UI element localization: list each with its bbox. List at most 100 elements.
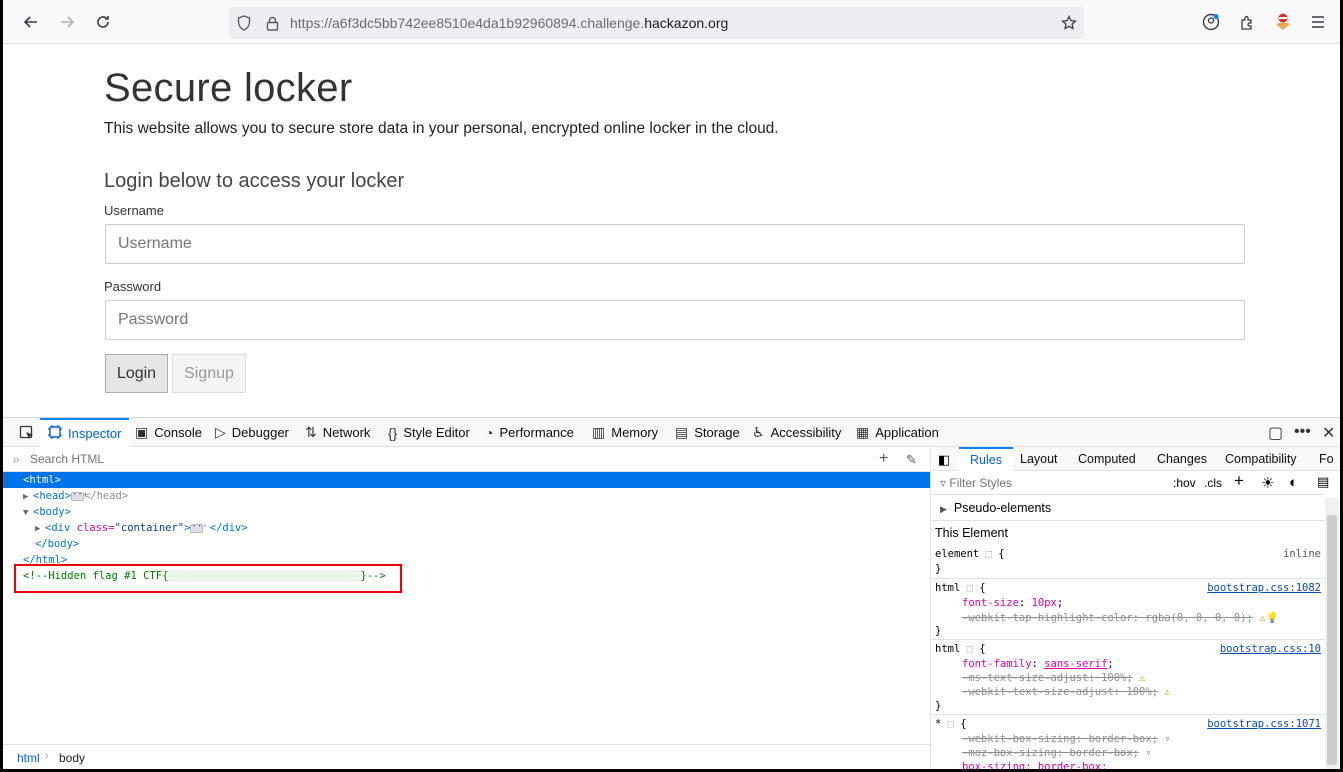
warning-icon: ⚠ [1139,672,1146,684]
tab-layout[interactable]: Layout [1020,447,1058,471]
rule-declaration[interactable]: -webkit-text-size-adjust: 100%; ⚠ [962,686,1171,698]
tree-row-body-close[interactable]: </body> [3,536,930,552]
rule-declaration[interactable]: -webkit-tap-highlight-color: rgba(0, 0, … [962,611,1279,624]
tree-row-html[interactable]: <html> [3,472,930,488]
collapsed-content-icon[interactable]: ··· [190,522,208,533]
breadcrumb-html[interactable]: html [17,751,40,765]
tree-row-body[interactable]: ▼ <body> [3,504,930,520]
memory-icon: ▥ [592,424,606,440]
tab-style-editor[interactable]: {} Style Editor [388,418,470,447]
tab-changes[interactable]: Changes [1157,447,1207,471]
rule-html-2[interactable]: html ⬚ { [935,643,986,655]
extensions-icon[interactable] [1233,8,1261,36]
style-editor-icon: {} [388,424,398,441]
username-label: Username [104,203,164,218]
eyedropper-icon[interactable]: ✎ [906,448,917,471]
rule-universal[interactable]: * ⬚ { [935,718,967,730]
search-html-field[interactable]: ⌕ Search HTML + ✎ [3,448,931,472]
rule-declaration[interactable]: -ms-text-size-adjust: 100%; ⚠ [962,672,1145,684]
tree-row-head[interactable]: ▶ <head>···</head> [3,488,930,504]
debugger-icon: ▷ [215,424,226,440]
url-text[interactable]: https://a6f3dc5bb742ee8510e4da1b92960894… [290,15,728,31]
menu-icon[interactable] [1304,8,1332,36]
filter-styles-input[interactable]: ▿ Filter Styles [940,476,1012,490]
tab-compatibility[interactable]: Compatibility [1225,447,1297,471]
shield-icon[interactable] [234,13,254,33]
add-node-icon[interactable]: + [879,447,888,470]
print-media-icon[interactable]: ▤ [1317,474,1329,490]
breadcrumb: html › body [3,744,931,769]
storage-icon: ▤ [675,424,689,440]
password-input[interactable] [105,300,1245,340]
warning-icon: ⚠ [1164,686,1171,698]
filter-icon: ▿ [1164,733,1171,745]
tab-rules[interactable]: Rules [959,447,1013,471]
inspector-markup-panel: ⌕ Search HTML + ✎ <html> ▶ <head>···</hea… [3,448,931,769]
reload-button[interactable] [89,8,117,36]
console-icon: ▣ [135,424,149,440]
tab-memory[interactable]: ▥ Memory [592,418,658,447]
hov-toggle[interactable]: :hov [1173,476,1196,490]
page-content: Secure locker This website allows you to… [3,44,1340,417]
rule-declaration[interactable]: font-family: sans-serif; [962,658,1114,670]
lightbulb-icon: 💡 [1265,612,1279,624]
forward-arrow-icon [61,16,75,28]
inline-label: inline [1283,548,1321,560]
chevron-right-icon: › [45,750,49,762]
rule-element[interactable]: element ⬚ { [935,548,1005,560]
close-devtools-icon[interactable]: ✕ [1322,423,1335,443]
expand-arrow-icon: ▶ [940,504,947,514]
browser-toolbar: https://a6f3dc5bb742ee8510e4da1b92960894… [3,0,1340,44]
light-mode-icon[interactable]: ☀ [1261,474,1274,492]
element-picker-icon[interactable] [15,418,39,447]
rule-declaration[interactable]: font-size: 10px; [962,597,1063,609]
tab-performance[interactable]: ◔ Performance [485,418,574,447]
extension-addon-icon[interactable] [1269,8,1297,36]
rule-source-link[interactable]: bootstrap.css:1071 [1207,718,1321,730]
signup-button[interactable]: Signup [172,354,246,393]
rule-declaration[interactable]: box-sizing: border-box; [962,761,1107,769]
tab-inspector[interactable]: Inspector [40,418,130,447]
rules-scrollbar-thumb[interactable] [1327,515,1337,765]
back-button[interactable] [17,8,45,36]
search-icon: ⌕ [13,452,20,466]
rules-tab-bar: ◧ Rules Layout Computed Changes Compatib… [932,447,1340,471]
tab-network[interactable]: ⇅ Network [305,418,370,447]
rule-source-link[interactable]: bootstrap.css:1082 [1207,582,1321,594]
tree-row-div-container[interactable]: ▶ <div class="container">··· </div> [3,520,930,536]
highlight-box [14,564,402,593]
tab-application[interactable]: ▦ Application [856,418,939,447]
url-bar[interactable]: https://a6f3dc5bb742ee8510e4da1b92960894… [229,7,1084,39]
dark-mode-icon[interactable]: ◐ [1289,474,1298,491]
tab-storage[interactable]: ▤ Storage [675,418,740,447]
bookmark-star-icon[interactable] [1059,13,1079,33]
collapsed-content-icon[interactable]: ··· [70,490,88,501]
lock-icon[interactable] [262,13,282,33]
filter-icon: ▿ [940,476,947,490]
login-heading: Login below to access your locker [104,170,405,192]
username-input[interactable] [105,224,1245,264]
rule-html-1[interactable]: html ⬚ { [935,582,986,594]
tab-console[interactable]: ▣ Console [135,418,202,447]
more-options-icon[interactable]: ••• [1294,423,1311,441]
toggle-layout-icon[interactable]: ◧ [938,452,950,468]
rule-close-brace: } [935,563,942,575]
add-rule-icon[interactable]: + [1234,471,1244,491]
rule-declaration[interactable]: -webkit-box-sizing: border-box; ▿ [962,733,1171,745]
page-title: Secure locker [104,66,353,110]
rule-declaration[interactable]: -moz-box-sizing: border-box; ▿ [962,747,1152,759]
page-lead: This website allows you to secure store … [104,120,779,137]
tab-debugger[interactable]: ▷ Debugger [215,418,289,447]
login-button[interactable]: Login [105,354,168,393]
network-icon: ⇅ [305,424,317,440]
account-icon[interactable] [1197,8,1225,36]
rule-source-link[interactable]: bootstrap.css:10 [1220,643,1321,655]
cls-toggle[interactable]: .cls [1204,476,1222,490]
tab-fonts[interactable]: Fo [1319,447,1334,471]
tab-accessibility[interactable]: ♿ Accessibility [752,418,841,447]
forward-button[interactable] [53,8,81,36]
pseudo-elements-toggle[interactable]: ▶ Pseudo-elements [940,501,1051,515]
breadcrumb-body[interactable]: body [59,751,85,765]
dock-toggle-icon[interactable]: ▢ [1268,423,1283,443]
tab-computed[interactable]: Computed [1078,447,1136,471]
